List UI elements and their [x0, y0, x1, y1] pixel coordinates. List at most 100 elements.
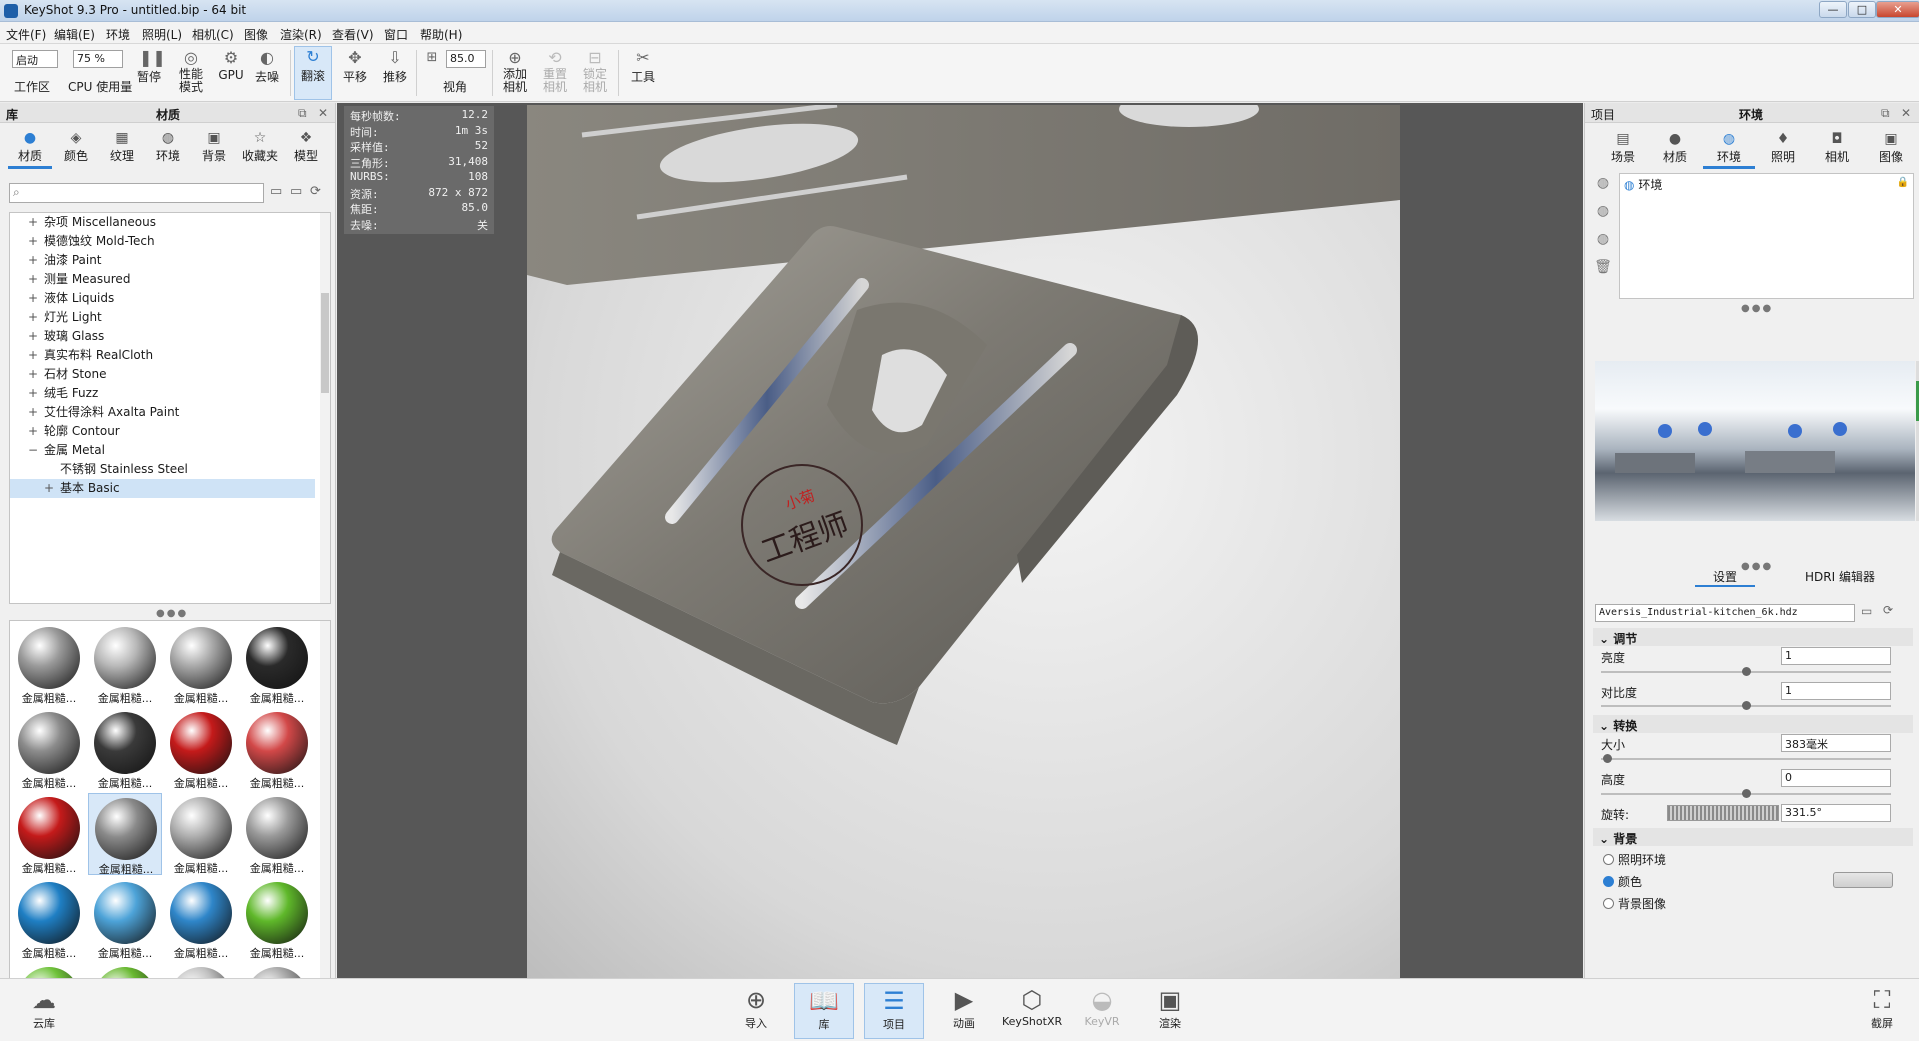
material-thumbnail[interactable]: 金属粗糙... — [12, 793, 86, 875]
tab-backgrounds[interactable]: ▣ 背景 — [192, 125, 236, 169]
material-thumbnail[interactable]: 金属粗糙... — [12, 708, 86, 790]
tab-environment[interactable]: ◍ 环境 — [1703, 127, 1755, 169]
tab-scene[interactable]: ▤ 场景 — [1597, 127, 1649, 169]
add-camera-button[interactable]: ⊕ 添加 相机 — [498, 48, 532, 94]
material-thumbnail[interactable]: 金属粗糙... — [164, 878, 238, 960]
library-search-input[interactable]: ⌕ — [9, 183, 264, 203]
material-thumbnail[interactable]: 金属粗糙... — [88, 878, 162, 960]
material-thumbnail[interactable]: 金属粗糙... — [164, 623, 238, 705]
refresh-icon[interactable]: ⟳ — [310, 184, 321, 199]
material-thumbnail[interactable]: 金属粗糙... — [164, 708, 238, 790]
folder-add-icon[interactable]: ▭ — [290, 184, 302, 199]
screenshot-button[interactable]: ⛶ 截屏 — [1852, 983, 1912, 1039]
float-icon[interactable]: ⧉ — [1881, 106, 1890, 121]
contrast-input[interactable]: 1 — [1781, 682, 1891, 700]
menu-environment[interactable]: 环境 — [106, 26, 130, 43]
tree-item[interactable]: + 艾仕得涂料 Axalta Paint — [10, 403, 315, 422]
folder-open-icon[interactable]: ▭ — [1861, 604, 1872, 618]
environment-list-item[interactable]: ◍ 环境 — [1624, 176, 1662, 193]
tools-button[interactable]: ✂ 工具 — [626, 48, 660, 85]
tree-item[interactable]: + 绒毛 Fuzz — [10, 384, 315, 403]
material-thumbnail[interactable]: 金属粗糙... — [240, 793, 314, 875]
bg-color-radio[interactable]: 颜色 — [1603, 873, 1642, 890]
menu-edit[interactable]: 编辑(E) — [54, 26, 95, 43]
tree-item-selected[interactable]: + 基本 Basic — [10, 479, 315, 498]
lock-icon[interactable]: 🔒 — [1897, 177, 1909, 188]
hdri-preview[interactable] — [1595, 361, 1915, 521]
dolly-button[interactable]: ⇩ 推移 — [380, 48, 410, 85]
cloud-library-button[interactable]: ☁ 云库 — [14, 983, 74, 1039]
tree-item[interactable]: + 石材 Stone — [10, 365, 315, 384]
tab-material[interactable]: ● 材质 — [1649, 127, 1701, 169]
rotation-dial[interactable] — [1667, 805, 1779, 821]
size-knob[interactable] — [1602, 754, 1612, 763]
rotation-input[interactable]: 331.5° — [1781, 804, 1891, 822]
fov-input[interactable]: 85.0 — [446, 50, 486, 68]
gpu-button[interactable]: ⚙ GPU — [216, 48, 246, 82]
tab-hdri-editor[interactable]: HDRI 编辑器 — [1805, 568, 1875, 585]
brightness-input[interactable]: 1 — [1781, 647, 1891, 665]
keyshotxr-button[interactable]: ⬡ KeyShotXR — [1002, 983, 1062, 1039]
project-button[interactable]: ☰ 项目 — [864, 983, 924, 1039]
tab-environments[interactable]: ◍ 环境 — [146, 125, 190, 169]
tree-item[interactable]: + 杂项 Miscellaneous — [10, 213, 315, 232]
float-icon[interactable]: ⧉ — [298, 106, 307, 121]
menu-help[interactable]: 帮助(H) — [420, 26, 462, 43]
tree-item[interactable]: 不锈钢 Stainless Steel — [10, 460, 315, 479]
minimize-button[interactable]: — — [1819, 1, 1847, 18]
bg-lighting-radio[interactable]: 照明环境 — [1603, 851, 1666, 868]
tree-item[interactable]: + 油漆 Paint — [10, 251, 315, 270]
brightness-knob[interactable] — [1742, 667, 1751, 676]
tree-item[interactable]: + 液体 Liquids — [10, 289, 315, 308]
lock-camera-button[interactable]: ⊟ 锁定 相机 — [578, 48, 612, 94]
workspace-select[interactable]: 启动 — [12, 50, 58, 68]
refresh-icon[interactable]: ⟳ — [1883, 603, 1893, 617]
bg-image-radio[interactable]: 背景图像 — [1603, 895, 1666, 912]
tab-materials[interactable]: ● 材质 — [8, 125, 52, 169]
size-slider[interactable] — [1601, 754, 1891, 763]
tree-scrollbar[interactable] — [320, 213, 330, 603]
size-input[interactable]: 383毫米 — [1781, 734, 1891, 752]
splitter-handle[interactable]: ●●● — [1741, 303, 1773, 314]
material-thumbnail[interactable]: 金属粗糙... — [88, 708, 162, 790]
tab-settings[interactable]: 设置 — [1695, 568, 1756, 587]
performance-mode-button[interactable]: ◎ 性能 模式 — [176, 48, 206, 94]
tree-item[interactable]: + 模德蚀纹 Mold-Tech — [10, 232, 315, 251]
render-button[interactable]: ▣ 渲染 — [1140, 983, 1200, 1039]
pan-button[interactable]: ✥ 平移 — [340, 48, 370, 85]
menu-lighting[interactable]: 照明(L) — [142, 26, 182, 43]
trash-icon[interactable]: 🗑 — [1593, 259, 1613, 279]
menu-image[interactable]: 图像 — [244, 26, 268, 43]
reset-camera-button[interactable]: ⟲ 重置 相机 — [538, 48, 572, 94]
material-thumbnail[interactable]: 金属粗糙... — [164, 793, 238, 875]
pause-button[interactable]: ❚❚ 暂停 — [136, 48, 166, 85]
tab-image[interactable]: ▣ 图像 — [1865, 127, 1917, 169]
material-thumbnail[interactable]: 金属粗糙... — [240, 878, 314, 960]
maximize-button[interactable]: □ — [1848, 1, 1876, 18]
tree-item[interactable]: + 轮廓 Contour — [10, 422, 315, 441]
height-slider[interactable] — [1601, 789, 1891, 798]
tree-item[interactable]: + 灯光 Light — [10, 308, 315, 327]
menu-render[interactable]: 渲染(R) — [280, 26, 322, 43]
tree-item[interactable]: + 玻璃 Glass — [10, 327, 315, 346]
height-input[interactable]: 0 — [1781, 769, 1891, 787]
menu-window[interactable]: 窗口 — [384, 26, 408, 43]
menu-file[interactable]: 文件(F) — [6, 26, 46, 43]
tree-item[interactable]: + 真实布料 RealCloth — [10, 346, 315, 365]
bg-color-swatch[interactable] — [1833, 872, 1893, 888]
background-section-header[interactable]: ⌄ 背景 — [1593, 828, 1913, 846]
keyvr-button[interactable]: ◒ KeyVR — [1072, 983, 1132, 1039]
panel-close-icon[interactable]: ✕ — [318, 106, 328, 120]
library-button[interactable]: 📖 库 — [794, 983, 854, 1039]
animation-button[interactable]: ▶ 动画 — [934, 983, 994, 1039]
duplicate-environment-icon[interactable]: ◍ — [1593, 203, 1613, 223]
render-image[interactable]: 小菊 工程师 — [527, 91, 1400, 978]
splitter-handle[interactable]: ●●● — [156, 608, 188, 619]
tab-lighting[interactable]: ♦ 照明 — [1757, 127, 1809, 169]
material-thumbnail[interactable]: 金属粗糙... — [12, 878, 86, 960]
tab-favorites[interactable]: ☆ 收藏夹 — [238, 125, 282, 169]
material-thumbnail[interactable]: 金属粗糙... — [88, 623, 162, 705]
add-environment-icon[interactable]: ◍ — [1593, 175, 1613, 195]
material-thumbnail[interactable]: 金属粗糙... — [240, 708, 314, 790]
tab-textures[interactable]: ▦ 纹理 — [100, 125, 144, 169]
